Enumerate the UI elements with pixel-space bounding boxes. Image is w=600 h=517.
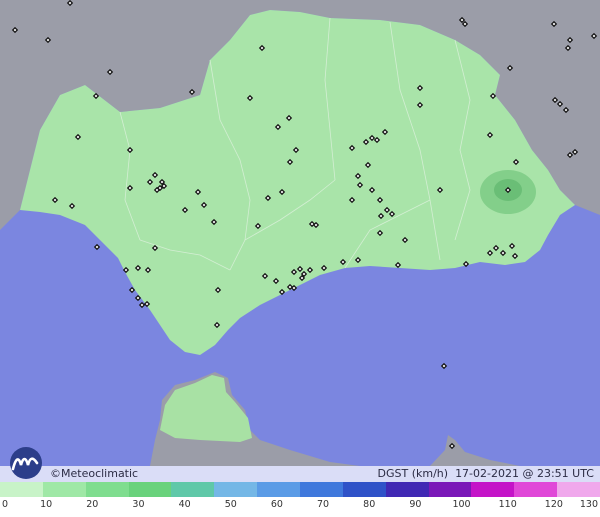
color-scale-labels: 0 10 20 30 40 50 60 70 80 90 100 110 120 130 [0,497,600,517]
wind-gust-map [0,0,600,517]
variable-label: DGST (km/h) [377,467,449,480]
scale-segment [385,482,429,497]
scale-segment [342,482,386,497]
scale-segment [300,482,343,497]
scale-tick-label: 10 [40,499,53,510]
map-metadata: DGST (km/h) 17-02-2021 @ 23:51 UTC [378,467,594,480]
scale-tick-label: 130 [579,499,598,510]
scale-tick-label: 80 [363,499,376,510]
scale-tick-label: 50 [224,499,237,510]
scale-segment [557,482,600,497]
scale-segment [42,482,86,497]
scale-tick-label: 0 [2,499,9,510]
scale-tick-label: 40 [178,499,191,510]
scale-tick-label: 70 [317,499,330,510]
scale-segment [428,482,472,497]
scale-tick-label: 30 [132,499,145,510]
scale-tick-label: 100 [452,499,471,510]
scale-segment [214,482,258,497]
scale-segment [471,482,515,497]
credit-text[interactable]: ©Meteoclimatic [50,467,138,480]
scale-tick-label: 60 [270,499,283,510]
scale-segment [257,482,301,497]
map-canvas [0,0,600,466]
scale-tick-label: 90 [409,499,422,510]
scale-segment [85,482,129,497]
scale-tick-label: 20 [86,499,99,510]
color-scale [0,482,600,497]
scale-segment [128,482,172,497]
scale-segment [0,482,43,497]
scale-segment [514,482,558,497]
scale-tick-label: 110 [498,499,517,510]
meteoclimatic-logo-icon [10,447,42,479]
scale-segment [171,482,215,497]
scale-tick-label: 120 [544,499,563,510]
datetime-label: 17-02-2021 @ 23:51 UTC [455,467,594,480]
